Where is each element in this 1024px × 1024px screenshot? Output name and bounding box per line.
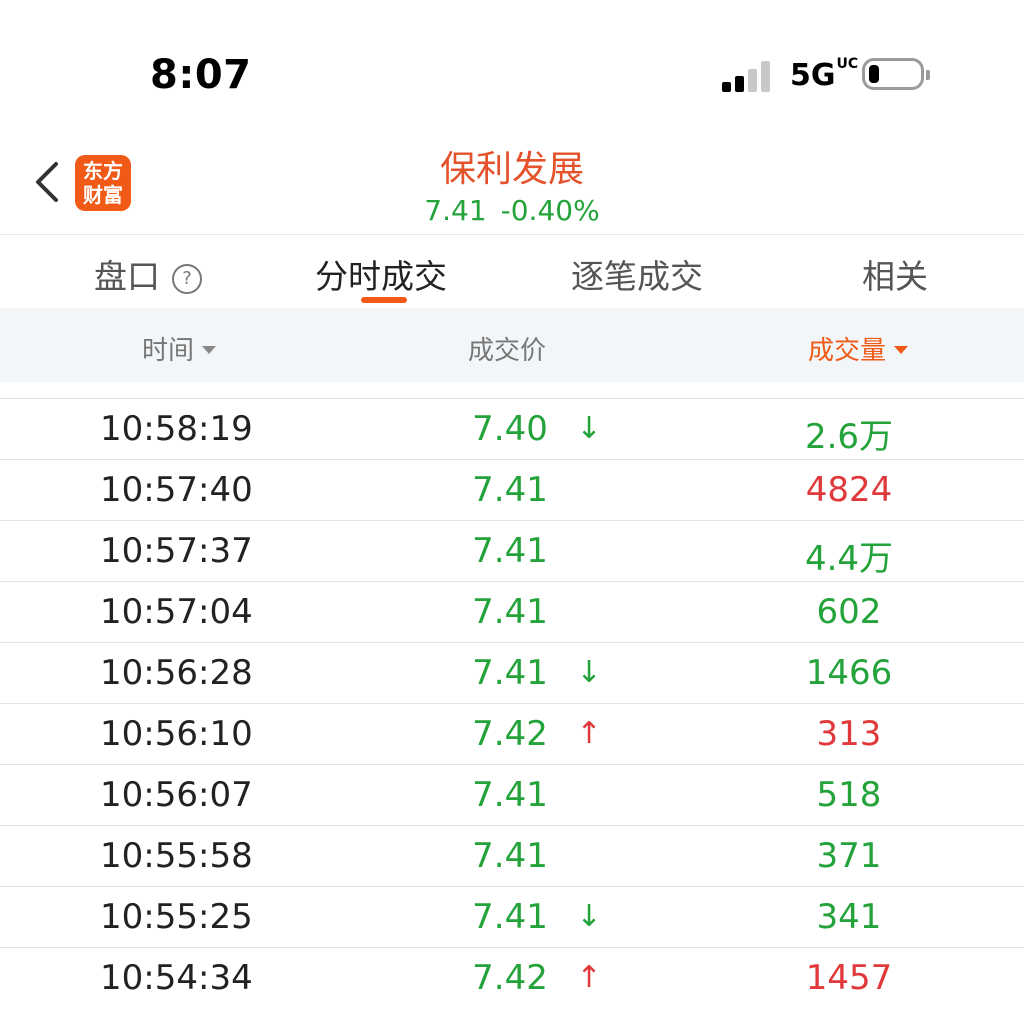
stock-name: 保利发展 xyxy=(439,149,584,190)
down-arrow-icon: ↓ xyxy=(576,655,602,690)
trade-time: 10:54:34 xyxy=(100,958,253,998)
trade-row: 10:55:58 7.41 371 xyxy=(0,825,1024,886)
tab-related-label: 相关 xyxy=(862,257,928,296)
stock-change: -0.40% xyxy=(500,194,600,227)
trade-price: 7.40 xyxy=(472,409,548,449)
trade-time: 10:57:04 xyxy=(100,592,253,632)
trade-price: 7.42 xyxy=(472,714,548,754)
trade-row: 10:58:19 7.40 ↓ 2.6万 xyxy=(0,398,1024,459)
stock-price: 7.41 xyxy=(424,194,487,227)
sort-caret-icon xyxy=(202,346,217,354)
tab-tick-trades-label: 逐笔成交 xyxy=(571,257,703,296)
tab-minute-trades-label: 分时成交 xyxy=(315,257,447,296)
trade-row: 10:56:28 7.41 ↓ 1466 xyxy=(0,642,1024,703)
tab-minute-trades[interactable]: 分时成交 xyxy=(315,250,447,298)
trade-volume: 4824 xyxy=(805,470,893,510)
tab-orderbook[interactable]: 盘口? xyxy=(94,250,202,298)
active-tab-indicator xyxy=(361,297,407,303)
trade-row: 10:56:07 7.41 518 xyxy=(0,764,1024,825)
sort-caret-icon xyxy=(894,346,909,354)
trade-volume: 371 xyxy=(816,836,882,876)
trade-row: 10:56:10 7.42 ↑ 313 xyxy=(0,703,1024,764)
column-volume-sort[interactable]: 成交量 xyxy=(808,330,909,367)
trade-price: 7.41 xyxy=(472,531,548,571)
trade-volume: 518 xyxy=(816,775,882,815)
trade-time: 10:56:28 xyxy=(100,653,253,693)
trade-volume: 2.6万 xyxy=(804,417,894,457)
trade-price: 7.41 xyxy=(472,897,548,937)
trade-row: 10:57:40 7.41 4824 xyxy=(0,459,1024,520)
tab-orderbook-label: 盘口 xyxy=(94,257,160,296)
stock-quote: 7.41 -0.40% xyxy=(0,194,1024,227)
table-header: 时间 成交价 成交量 xyxy=(0,308,1024,382)
help-icon[interactable]: ? xyxy=(172,264,202,294)
column-price: 成交价 xyxy=(468,336,547,366)
trade-price: 7.42 xyxy=(472,958,548,998)
trade-price: 7.41 xyxy=(472,775,548,815)
trade-volume: 341 xyxy=(816,897,882,937)
down-arrow-icon: ↓ xyxy=(576,899,602,934)
battery-icon xyxy=(862,58,930,90)
status-time: 8:07 xyxy=(150,52,252,98)
trade-volume: 4.4万 xyxy=(804,539,894,579)
network-indicator: 5GUC xyxy=(790,56,859,93)
trade-list: 10:58:19 7.40 ↓ 2.6万 10:57:40 7.41 4824 10:57:3… xyxy=(0,398,1024,1008)
trade-row: 10:57:37 7.41 4.4万 xyxy=(0,520,1024,581)
tab-related[interactable]: 相关 xyxy=(862,250,928,298)
trade-price: 7.41 xyxy=(472,653,548,693)
column-time-sort[interactable]: 时间 xyxy=(142,330,217,367)
trade-volume: 602 xyxy=(816,592,882,632)
signal-strength-icon xyxy=(722,60,772,92)
trade-row: 10:54:34 7.42 ↑ 1457 xyxy=(0,947,1024,1008)
trade-row: 10:57:04 7.41 602 xyxy=(0,581,1024,642)
up-arrow-icon: ↑ xyxy=(576,960,602,995)
trade-time: 10:55:58 xyxy=(100,836,253,876)
trade-time: 10:56:10 xyxy=(100,714,253,754)
trade-volume: 1466 xyxy=(805,653,893,693)
divider xyxy=(0,234,1024,235)
trade-volume: 313 xyxy=(816,714,882,754)
trade-price: 7.41 xyxy=(472,836,548,876)
trade-time: 10:57:40 xyxy=(100,470,253,510)
trade-price: 7.41 xyxy=(472,470,548,510)
up-arrow-icon: ↑ xyxy=(576,716,602,751)
trade-time: 10:57:37 xyxy=(100,531,253,571)
trade-row: 10:55:25 7.41 ↓ 341 xyxy=(0,886,1024,947)
trade-time: 10:58:19 xyxy=(100,409,253,449)
trade-price: 7.41 xyxy=(472,592,548,632)
trade-time: 10:55:25 xyxy=(100,897,253,937)
tab-tick-trades[interactable]: 逐笔成交 xyxy=(571,250,703,298)
trade-time: 10:56:07 xyxy=(100,775,253,815)
down-arrow-icon: ↓ xyxy=(576,411,602,446)
trade-volume: 1457 xyxy=(805,958,893,998)
